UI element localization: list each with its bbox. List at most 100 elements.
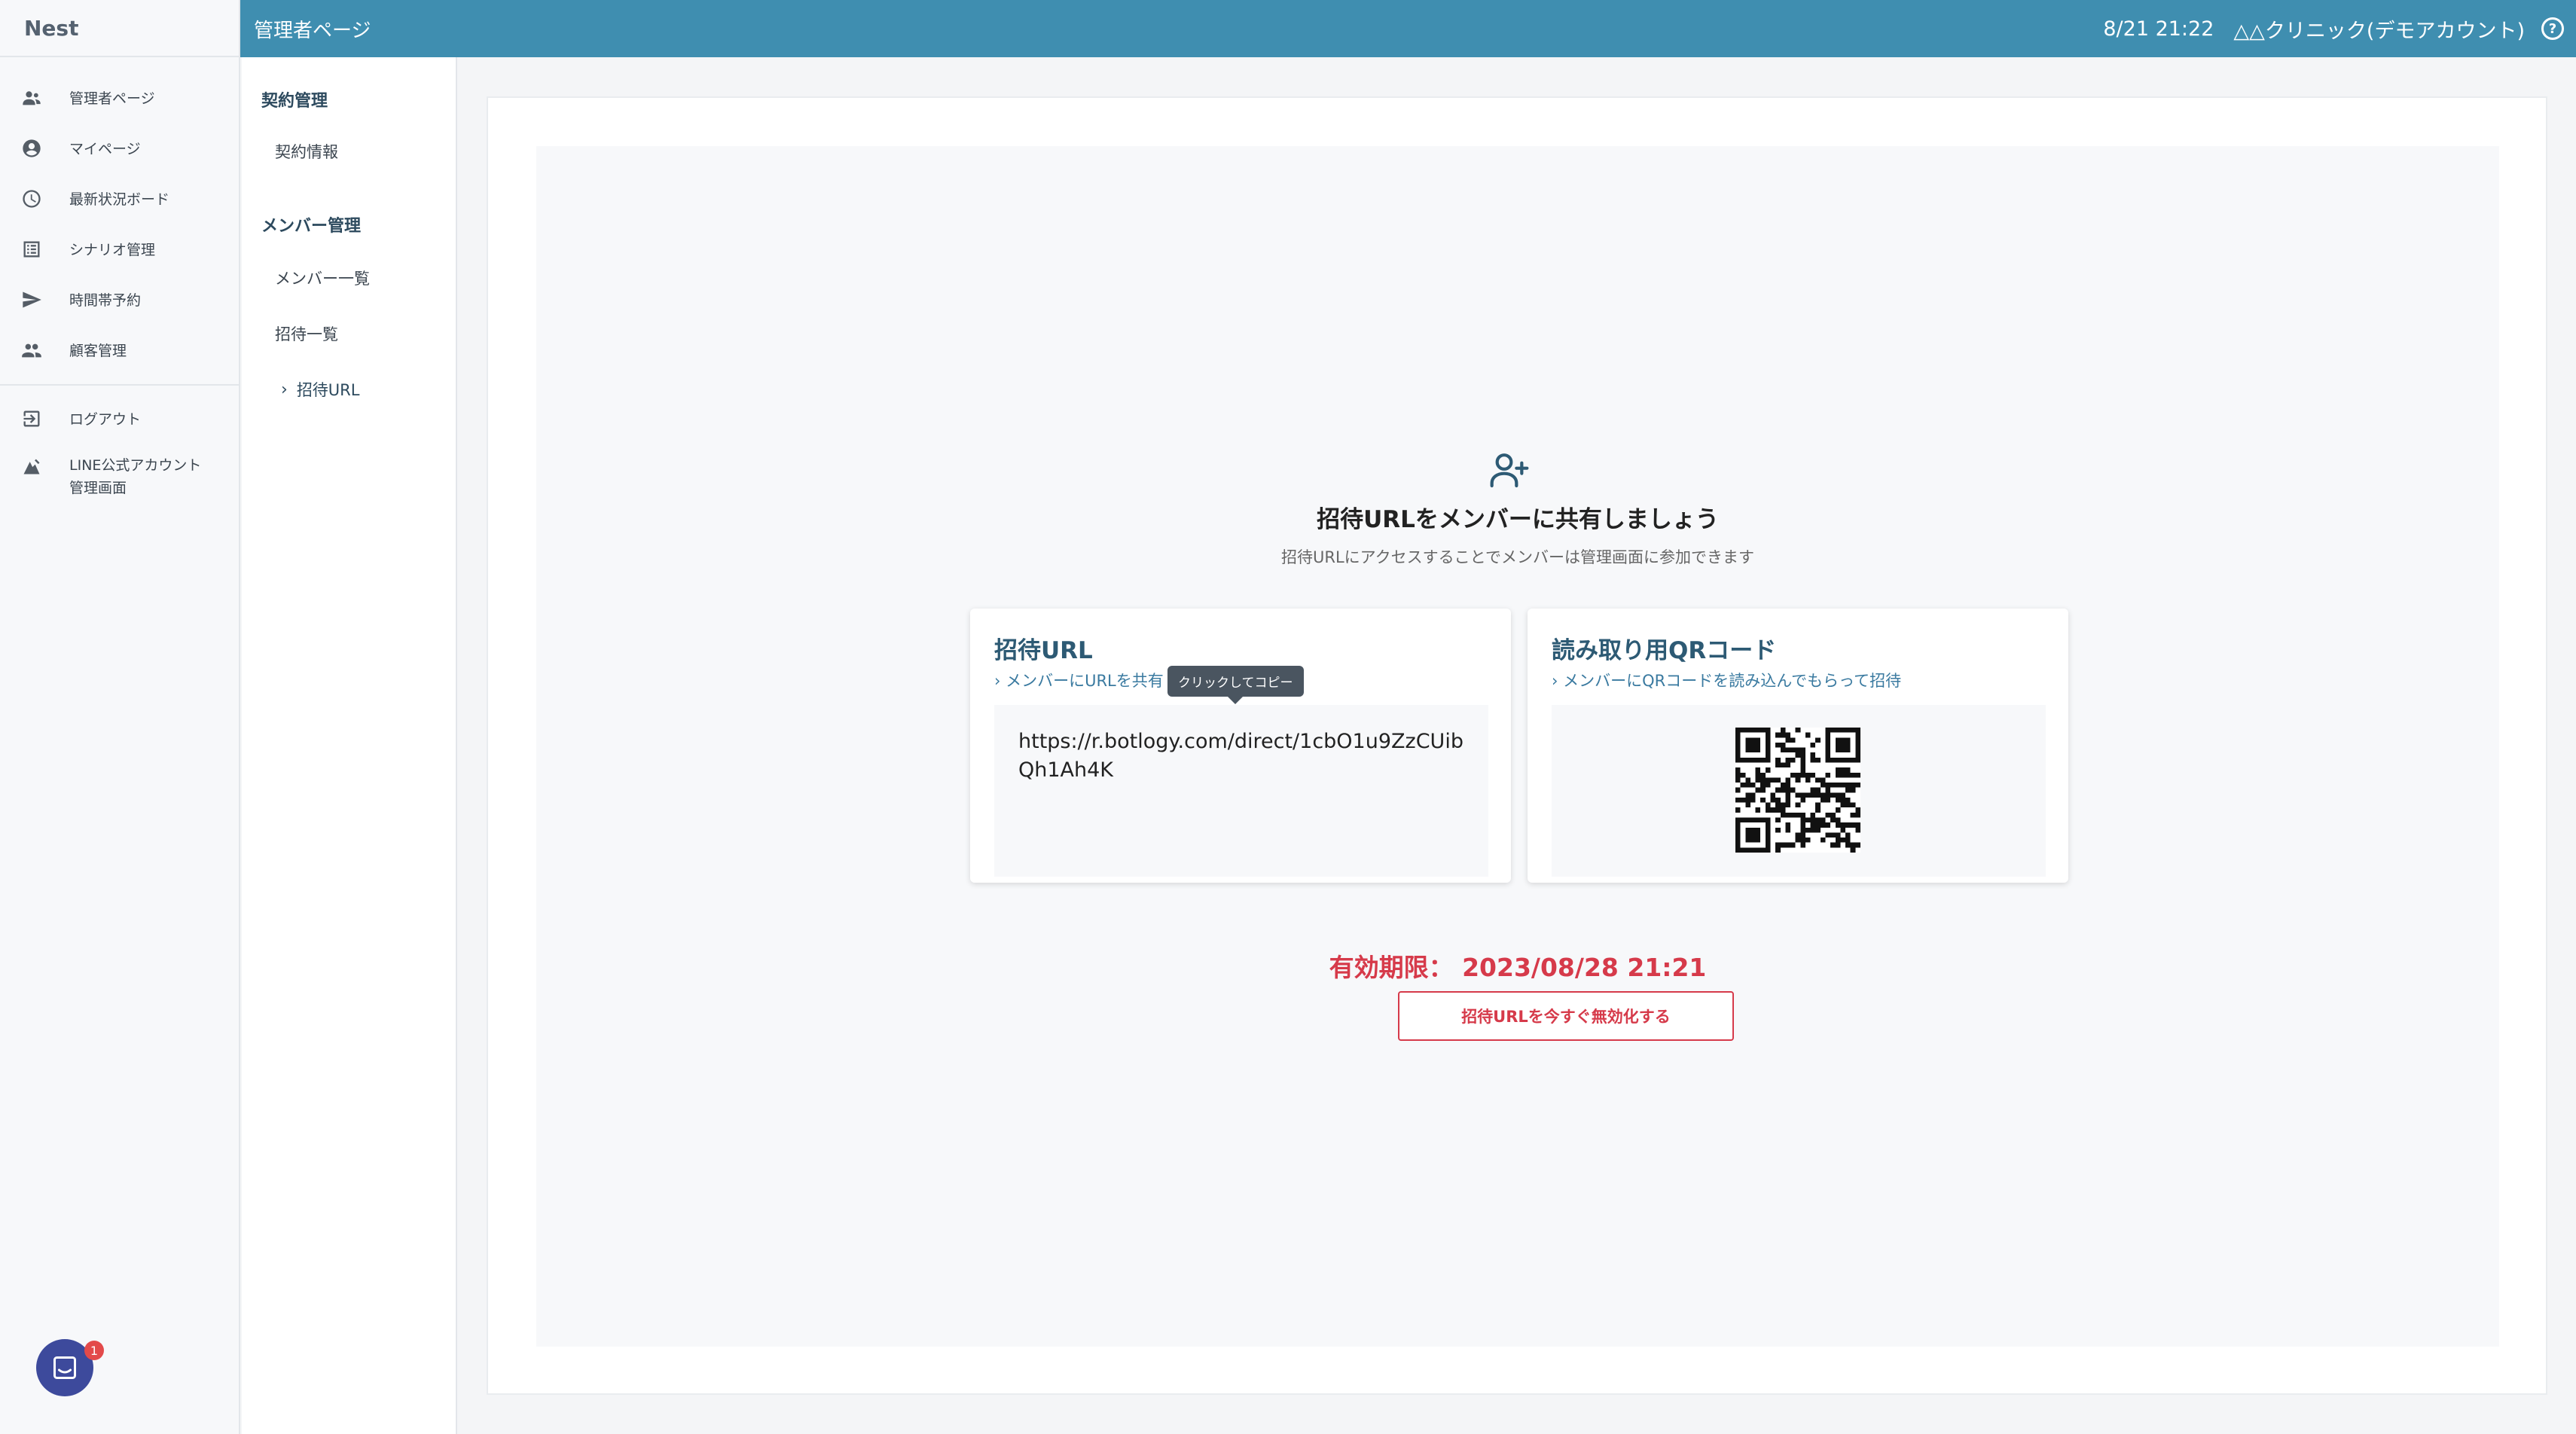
qr-module xyxy=(1770,807,1776,813)
subnav-item-member-list[interactable]: メンバー一覧 xyxy=(242,267,456,289)
qr-module xyxy=(1755,827,1761,833)
qr-module xyxy=(1835,747,1841,753)
qr-module xyxy=(1845,757,1851,763)
qr-module xyxy=(1805,817,1811,823)
share-url-link[interactable]: › メンバーにURLを共有 xyxy=(994,669,1164,691)
qr-module xyxy=(1785,812,1791,818)
qr-module xyxy=(1815,802,1821,808)
qr-module xyxy=(1835,728,1841,733)
invite-url-text[interactable]: https://r.botlogy.com/direct/1cbO1u9ZzCU… xyxy=(1018,728,1470,785)
top-header: 管理者ページ 8/21 21:22 △△クリニック(デモアカウント) ? xyxy=(240,0,2576,57)
sidebar-item-mypage[interactable]: マイページ xyxy=(0,123,239,173)
qr-module xyxy=(1735,838,1741,843)
main-sidebar: Nest 管理者ページ マイページ 最新状況ボード シナリオ管理 時間帯予約 顧… xyxy=(0,0,240,1434)
qr-module xyxy=(1850,822,1856,828)
qr-module xyxy=(1850,802,1856,808)
account-name[interactable]: △△クリニック(デモアカウント) xyxy=(2233,14,2525,44)
share-qr-link[interactable]: › メンバーにQRコードを読み込んでもらって招待 xyxy=(1552,669,1901,691)
qr-module xyxy=(1830,783,1836,788)
qr-module xyxy=(1850,847,1856,853)
qr-module xyxy=(1845,747,1851,753)
url-copy-box[interactable]: https://r.botlogy.com/direct/1cbO1u9ZzCU… xyxy=(994,705,1488,877)
sidebar-item-admin[interactable]: 管理者ページ xyxy=(0,72,239,123)
sidebar-item-line-admin[interactable]: LINE公式アカウント 管理画面 xyxy=(0,444,239,511)
qr-module xyxy=(1810,772,1816,778)
qr-module xyxy=(1810,787,1816,793)
sidebar-item-label: 時間帯予約 xyxy=(69,292,142,309)
qr-module xyxy=(1735,827,1741,833)
disable-url-button[interactable]: 招待URLを今すぐ無効化する xyxy=(1398,991,1734,1041)
qr-module xyxy=(1840,728,1846,733)
brand-logo[interactable]: Nest xyxy=(0,0,239,57)
qr-module xyxy=(1735,752,1741,758)
qr-module xyxy=(1840,757,1846,763)
qr-module xyxy=(1840,838,1846,843)
qr-module xyxy=(1830,817,1836,823)
header-right: 8/21 21:22 △△クリニック(デモアカウント) ? xyxy=(2103,14,2564,44)
qr-module xyxy=(1735,847,1741,853)
qr-module xyxy=(1785,792,1791,798)
qr-module xyxy=(1740,817,1746,823)
qr-module xyxy=(1760,847,1766,853)
subnav-group-members: メンバー管理 xyxy=(261,217,362,236)
qr-module xyxy=(1780,787,1786,793)
qr-module xyxy=(1785,797,1791,803)
qr-module xyxy=(1740,728,1746,733)
qr-module xyxy=(1825,747,1831,753)
subnav-item-invite-list[interactable]: 招待一覧 xyxy=(242,322,456,345)
qr-module xyxy=(1845,822,1851,828)
qr-module xyxy=(1835,842,1841,848)
sidebar-item-status-board[interactable]: 最新状況ボード xyxy=(0,173,239,224)
qr-module xyxy=(1740,847,1746,853)
qr-module xyxy=(1795,772,1801,778)
qr-module xyxy=(1845,842,1851,848)
qr-module xyxy=(1765,802,1771,808)
qr-module xyxy=(1840,772,1846,778)
qr-module xyxy=(1785,802,1791,808)
qr-module xyxy=(1795,792,1801,798)
qr-module xyxy=(1835,832,1841,838)
qr-module xyxy=(1840,792,1846,798)
subnav-item-invite-url[interactable]: › 招待URL xyxy=(242,378,456,401)
qr-module xyxy=(1810,792,1816,798)
qr-module xyxy=(1775,802,1781,808)
help-circle-icon[interactable]: ? xyxy=(2541,17,2564,40)
expiry-date: 有効期限： 2023/08/28 21:21 xyxy=(1329,953,1707,982)
sidebar-item-time-reservation[interactable]: 時間帯予約 xyxy=(0,274,239,325)
qr-module xyxy=(1850,772,1856,778)
external-admin-icon xyxy=(20,454,44,478)
qr-module xyxy=(1845,767,1851,773)
subnav-group-contract: 契約管理 xyxy=(261,92,328,111)
qr-module xyxy=(1830,728,1836,733)
qr-module xyxy=(1785,842,1791,848)
notification-badge: 1 xyxy=(84,1341,104,1360)
qr-module xyxy=(1775,807,1781,813)
qr-module xyxy=(1840,822,1846,828)
qr-module xyxy=(1795,752,1801,758)
sidebar-item-logout[interactable]: ログアウト xyxy=(0,393,239,444)
qr-module xyxy=(1755,747,1761,753)
qr-module xyxy=(1735,767,1741,773)
qr-module xyxy=(1850,812,1856,818)
qr-module xyxy=(1785,822,1791,828)
qr-module xyxy=(1855,842,1860,848)
qr-module xyxy=(1835,792,1841,798)
main-panel: 招待URLをメンバーに共有しましょう 招待URLにアクセスすることでメンバーは管… xyxy=(487,96,2547,1395)
subnav-item-contract-info[interactable]: 契約情報 xyxy=(242,140,456,163)
qr-module xyxy=(1755,838,1761,843)
sidebar-item-customers[interactable]: 顧客管理 xyxy=(0,325,239,375)
qr-module xyxy=(1810,757,1816,763)
sidebar-item-label: 最新状況ボード xyxy=(69,191,170,208)
qr-module xyxy=(1735,742,1741,748)
sidebar-item-scenario[interactable]: シナリオ管理 xyxy=(0,224,239,274)
qr-module xyxy=(1785,747,1791,753)
qr-module xyxy=(1740,772,1746,778)
qr-module xyxy=(1790,757,1796,763)
qr-module xyxy=(1800,757,1805,763)
qr-module xyxy=(1825,832,1831,838)
qr-module xyxy=(1750,728,1756,733)
copy-tooltip: クリックしてコピー xyxy=(1167,666,1304,704)
qr-module xyxy=(1830,842,1836,848)
qr-module xyxy=(1745,757,1750,763)
qr-module xyxy=(1770,792,1776,798)
